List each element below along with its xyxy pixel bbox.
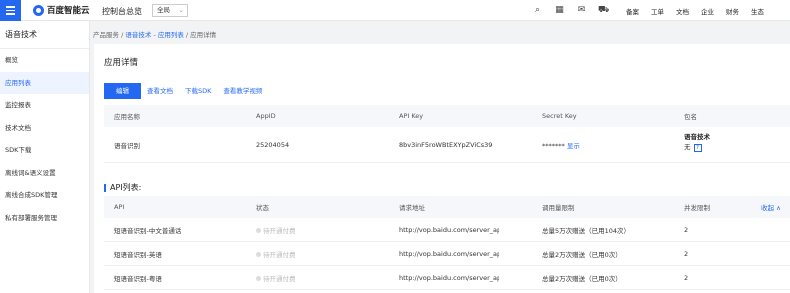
col-call-limit: 调用量限制 [542, 204, 575, 212]
api-limit: 总量2万次赠送（已用0次） [542, 250, 622, 259]
top-link-ecosystem[interactable]: 生态 [751, 6, 764, 16]
breadcrumb-products: 产品服务 / [93, 31, 124, 39]
status-dot-icon [256, 227, 261, 233]
sidebar: 语音技术 概览 应用列表 监控报表 技术文档 SDK下载 离线词&语义设置 离线… [0, 21, 90, 293]
page-title: 应用详情 [104, 58, 139, 68]
secret-key-mask: ******* [542, 141, 567, 150]
sidebar-item-offline-words[interactable]: 离线词&语义设置 [0, 162, 89, 185]
api-list-label: API列表: [110, 183, 142, 192]
region-select[interactable]: 全局 ⌄ [152, 4, 188, 17]
collapse-link[interactable]: 收起 ∧ [761, 202, 781, 212]
api-status: 待开通付费 [256, 249, 296, 259]
api-url: http://vop.baidu.com/server_api [399, 273, 499, 282]
table-row: 语音识别 25204054 8bv3inF5roWBtEXYpZViCs39 *… [104, 127, 790, 163]
api-name: 短语音识别-英语 [114, 250, 162, 259]
col-api-key: API Key [399, 112, 424, 120]
breadcrumb-app-list-link[interactable]: 语音技术 - 应用列表 [125, 31, 183, 39]
sidebar-title: 语音技术 [0, 21, 89, 49]
api-status: 待开通付费 [256, 225, 296, 235]
api-url: http://vop.baidu.com/server_api [399, 249, 499, 258]
table-header: API 状态 请求地址 调用量限制 并发限制 收起 ∧ [104, 196, 790, 218]
logo-text: 百度智能云 [47, 6, 90, 16]
package-cell: 语音技术 无? [684, 132, 710, 152]
message-icon[interactable]: ✉ [576, 5, 587, 16]
view-tutorial-video-button[interactable]: 查看教学视频 [217, 83, 268, 99]
sidebar-item-offline-tts[interactable]: 离线合成SDK管理 [0, 184, 89, 207]
top-link-enterprise[interactable]: 企业 [701, 6, 714, 16]
api-qps: 2 [684, 273, 689, 282]
edit-button[interactable]: 编辑 [104, 83, 141, 99]
menu-icon[interactable] [0, 0, 21, 21]
api-name: 短语音识别-中文普通话 [114, 226, 182, 235]
sidebar-item-monitor[interactable]: 监控报表 [0, 94, 89, 117]
api-limit: 总量2万次赠送（已用0次） [542, 274, 622, 283]
top-icons: ⌕ ▦ ✉ ⛟ [532, 5, 609, 16]
download-sdk-button[interactable]: 下载SDK [179, 83, 217, 99]
status-dot-icon [256, 251, 261, 257]
table-row: 短语音识别-英语 待开通付费 http://vop.baidu.com/serv… [104, 242, 790, 266]
api-status: 待开通付费 [256, 273, 296, 283]
col-appid: AppID [256, 112, 276, 120]
col-package: 包名 [684, 113, 697, 121]
top-link-docs[interactable]: 文档 [676, 6, 689, 16]
secret-key-cell: ******* 显示 [542, 140, 580, 150]
col-request-url: 请求地址 [399, 204, 425, 212]
package-type: 语音技术 [684, 133, 710, 141]
help-icon[interactable]: ? [693, 144, 702, 152]
top-bar: 百度智能云 控制台总览 全局 ⌄ ⌕ ▦ ✉ ⛟ 备案 工单 文档 企业 财务 … [0, 0, 790, 21]
sidebar-item-overview[interactable]: 概览 [0, 49, 89, 72]
api-list-title: API列表: [104, 182, 141, 193]
main-panel: 应用详情 编辑 查看文档 下载SDK 查看教学视频 应用名称 AppID API… [94, 44, 790, 293]
status-dot-icon [256, 275, 261, 281]
col-status: 状态 [256, 204, 269, 212]
view-docs-button[interactable]: 查看文档 [141, 83, 179, 99]
app-name-value: 语音识别 [114, 141, 140, 150]
api-qps: 2 [684, 225, 689, 234]
sidebar-item-private-deploy[interactable]: 私有部署服务管理 [0, 207, 89, 230]
table-header: 应用名称 AppID API Key Secret Key 包名 [104, 105, 790, 127]
top-link-finance[interactable]: 财务 [726, 6, 739, 16]
api-limit: 总量5万次赠送（已用104次） [542, 226, 631, 235]
col-api: API [114, 203, 125, 211]
table-row: 短语音识别-中文普通话 待开通付费 http://vop.baidu.com/s… [104, 218, 790, 242]
sidebar-item-docs[interactable]: 技术文档 [0, 117, 89, 140]
console-overview-link[interactable]: 控制台总览 [102, 6, 142, 17]
grid-icon[interactable]: ▦ [554, 5, 565, 16]
cloud-logo-icon [33, 4, 44, 16]
api-url: http://vop.baidu.com/server_api [399, 225, 499, 234]
show-secret-link[interactable]: 显示 [567, 142, 580, 150]
sidebar-item-sdk[interactable]: SDK下载 [0, 139, 89, 162]
breadcrumb-current: / 应用详情 [185, 31, 217, 39]
col-concurrency: 并发限制 [684, 204, 710, 212]
api-name: 短语音识别-粤语 [114, 274, 162, 283]
logo[interactable]: 百度智能云 [33, 4, 90, 16]
section-marker [104, 183, 106, 192]
chevron-down-icon: ⌄ [178, 6, 184, 14]
api-qps: 2 [684, 249, 689, 258]
cart-icon[interactable]: ⛟ [598, 5, 609, 16]
sidebar-item-app-list[interactable]: 应用列表 [0, 71, 89, 94]
table-row: 短语音识别-粤语 待开通付费 http://vop.baidu.com/serv… [104, 266, 790, 290]
appid-value: 25204054 [256, 140, 290, 149]
region-value: 全局 [157, 6, 170, 14]
package-value: 无 [684, 143, 691, 151]
col-secret-key: Secret Key [542, 112, 577, 120]
top-links: 备案 工单 文档 企业 财务 生态 [626, 6, 764, 16]
api-key-value: 8bv3inF5roWBtEXYpZViCs39 [399, 140, 493, 149]
top-link-filing[interactable]: 备案 [626, 6, 639, 16]
breadcrumb: 产品服务 / 语音技术 - 应用列表 / 应用详情 [93, 29, 216, 39]
top-link-ticket[interactable]: 工单 [651, 6, 664, 16]
search-icon[interactable]: ⌕ [532, 5, 543, 16]
col-app-name: 应用名称 [114, 113, 140, 121]
action-tabs: 编辑 查看文档 下载SDK 查看教学视频 [104, 83, 268, 99]
